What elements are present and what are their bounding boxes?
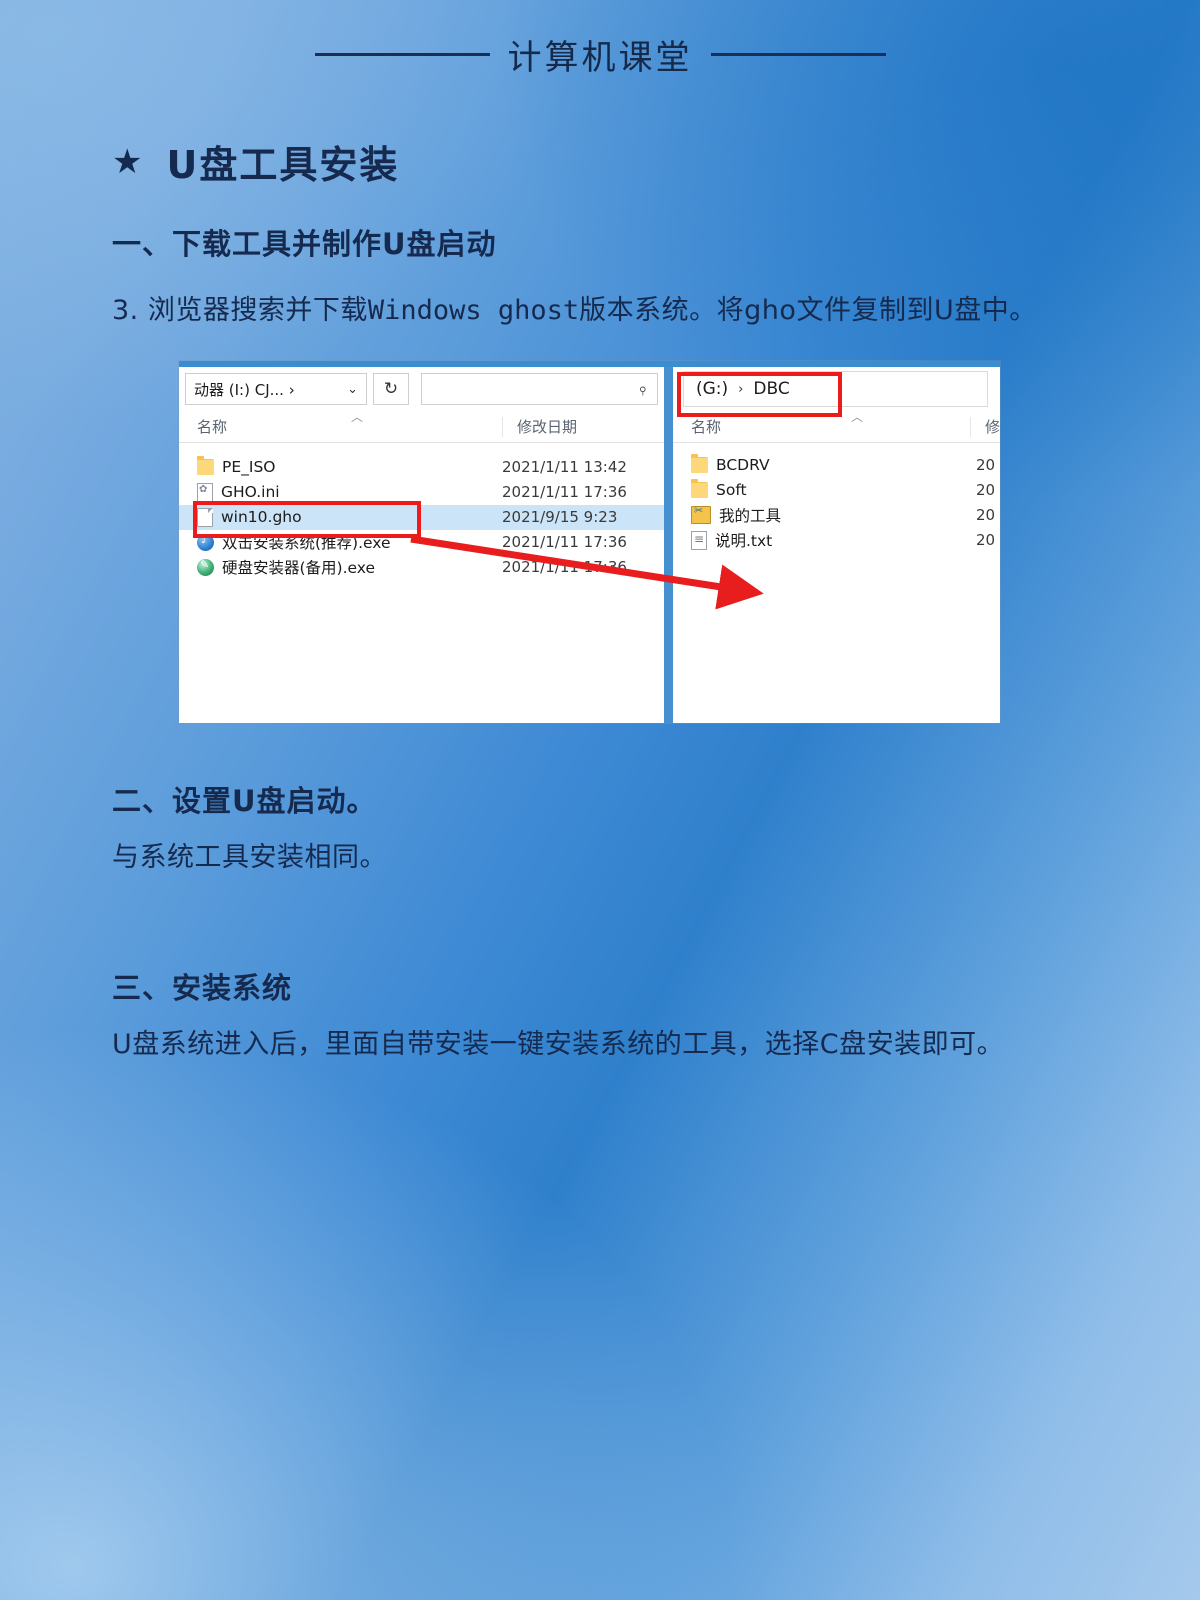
section-three-body: U盘系统进入后，里面自带安装一键安装系统的工具，选择C盘安装即可。 xyxy=(112,1029,1005,1061)
header-rule-right xyxy=(710,53,886,56)
explorer-screenshot: 动器 (I:) CJ... › ⌄ ↻ ⌕ ︿ 名称 修改日期 PE_ISO 2… xyxy=(179,360,1000,723)
table-row[interactable]: 双击安装系统(推荐).exe 2021/1/11 17:36 xyxy=(179,530,664,555)
file-name-cell: 双击安装系统(推荐).exe xyxy=(197,531,502,553)
file-name-cell: 硬盘安装器(备用).exe xyxy=(197,556,502,578)
explorer-right-pane: (G:) › DBC ︿ 名称 修 BCDRV 20 Soft 20 ✂ 我的工… xyxy=(673,366,1000,723)
file-name-cell: win10.gho xyxy=(197,507,502,527)
table-row[interactable]: GHO.ini 2021/1/11 17:36 xyxy=(179,480,664,505)
file-date-cell: 20 xyxy=(976,481,996,500)
table-row[interactable]: BCDRV 20 xyxy=(673,453,1000,478)
pane-divider xyxy=(664,366,673,723)
right-toolbar: (G:) › DBC xyxy=(673,367,1000,412)
header-title: 计算机课堂 xyxy=(507,38,693,78)
page-title-text: U盘工具安装 xyxy=(166,143,400,187)
text-file-icon xyxy=(691,530,707,550)
paragraph-suffix: 版本系统。将gho文件复制到U盘中。 xyxy=(579,295,1037,326)
table-row[interactable]: 硬盘安装器(备用).exe 2021/1/11 17:36 xyxy=(179,555,664,580)
file-date-cell: 2021/1/11 17:36 xyxy=(502,483,627,502)
page-header: 计算机课堂 xyxy=(0,0,1200,79)
section-two-body: 与系统工具安装相同。 xyxy=(112,841,387,873)
table-row[interactable]: Soft 20 xyxy=(673,478,1000,503)
file-name-cell: 说明.txt xyxy=(691,529,976,551)
folder-icon xyxy=(691,454,708,474)
gho-file-icon xyxy=(197,507,213,527)
left-col-name[interactable]: 名称 xyxy=(197,416,502,437)
file-date-cell: 20 xyxy=(976,456,996,475)
file-name-text: Soft xyxy=(716,481,747,500)
section-three-heading: 三、安装系统 xyxy=(112,971,293,1006)
file-name-cell: BCDRV xyxy=(691,454,976,475)
table-row[interactable]: 说明.txt 20 xyxy=(673,528,1000,553)
folder-icon xyxy=(197,456,214,476)
table-row[interactable]: PE_ISO 2021/1/11 13:42 xyxy=(179,455,664,480)
section-one-paragraph: 3. 浏览器搜索并下载Windows ghost版本系统。将gho文件复制到U盘… xyxy=(112,289,1088,333)
left-column-header: ︿ 名称 修改日期 xyxy=(179,410,664,443)
exe-blue-icon xyxy=(197,533,214,551)
page-title: ★ U盘工具安装 xyxy=(112,134,1200,189)
right-address-folder: DBC xyxy=(753,379,790,400)
file-name-text: 我的工具 xyxy=(719,507,782,526)
section-one-heading: 一、下载工具并制作U盘启动 xyxy=(112,227,497,261)
right-address-drive: (G:) xyxy=(696,379,729,400)
search-icon: ⌕ xyxy=(632,378,653,399)
sort-caret-icon: ︿ xyxy=(851,409,864,424)
right-col-name[interactable]: 名称 xyxy=(691,416,970,437)
toolbox-icon xyxy=(691,504,711,525)
file-name-cell: PE_ISO xyxy=(197,456,502,477)
refresh-icon[interactable]: ↻ xyxy=(373,373,409,406)
file-name-cell: GHO.ini xyxy=(197,482,502,502)
paragraph-mono: Windows ghost xyxy=(367,295,580,326)
exe-green-icon xyxy=(197,558,214,576)
right-address-bar[interactable]: (G:) › DBC xyxy=(683,371,988,408)
left-address-text: 动器 (I:) CJ... xyxy=(194,380,284,399)
file-name-text: 说明.txt xyxy=(715,532,773,551)
left-address-path: 动器 (I:) CJ... › xyxy=(194,379,295,400)
sort-caret-icon: ︿ xyxy=(351,409,364,424)
file-name-cell: Soft xyxy=(691,479,976,500)
file-date-cell: 2021/1/11 13:42 xyxy=(502,458,627,477)
folder-icon xyxy=(691,479,708,499)
table-row[interactable]: win10.gho 2021/9/15 9:23 xyxy=(179,504,664,530)
header-rule-left xyxy=(314,53,490,56)
ini-file-icon xyxy=(197,482,213,502)
star-icon: ★ xyxy=(112,141,145,182)
file-name-text: GHO.ini xyxy=(221,483,280,502)
file-name-text: PE_ISO xyxy=(222,458,276,477)
file-date-cell: 2021/1/11 17:36 xyxy=(502,558,627,577)
explorer-left-pane: 动器 (I:) CJ... › ⌄ ↻ ⌕ ︿ 名称 修改日期 PE_ISO 2… xyxy=(179,366,664,723)
left-search-input[interactable]: ⌕ xyxy=(421,373,658,406)
file-name-text: BCDRV xyxy=(716,456,770,475)
right-column-header: ︿ 名称 修 xyxy=(673,410,1000,443)
chevron-down-icon[interactable]: ⌄ xyxy=(347,382,358,397)
file-name-cell: 我的工具 xyxy=(691,504,976,526)
right-col-date[interactable]: 修 xyxy=(969,416,1000,437)
left-address-bar[interactable]: 动器 (I:) CJ... › ⌄ xyxy=(185,373,367,406)
file-date-cell: 2021/9/15 9:23 xyxy=(502,508,618,527)
file-date-cell: 20 xyxy=(976,531,996,550)
left-toolbar: 动器 (I:) CJ... › ⌄ ↻ ⌕ xyxy=(179,367,664,412)
poster-page: 计算机课堂 ★ U盘工具安装 一、下载工具并制作U盘启动 3. 浏览器搜索并下载… xyxy=(0,0,1200,1600)
file-name-text: win10.gho xyxy=(221,508,302,527)
left-address-separator: › xyxy=(288,380,295,399)
file-name-text: 双击安装系统(推荐).exe xyxy=(222,534,391,553)
section-two-heading: 二、设置U盘启动。 xyxy=(112,783,377,818)
file-date-cell: 20 xyxy=(976,506,996,525)
table-row[interactable]: 我的工具 20 xyxy=(673,503,1000,528)
paragraph-prefix: 3. 浏览器搜索并下载 xyxy=(112,295,368,326)
left-col-date[interactable]: 修改日期 xyxy=(502,416,577,437)
file-date-cell: 2021/1/11 17:36 xyxy=(502,533,627,552)
file-name-text: 硬盘安装器(备用).exe xyxy=(222,559,376,578)
breadcrumb-separator-icon: › xyxy=(738,381,744,397)
